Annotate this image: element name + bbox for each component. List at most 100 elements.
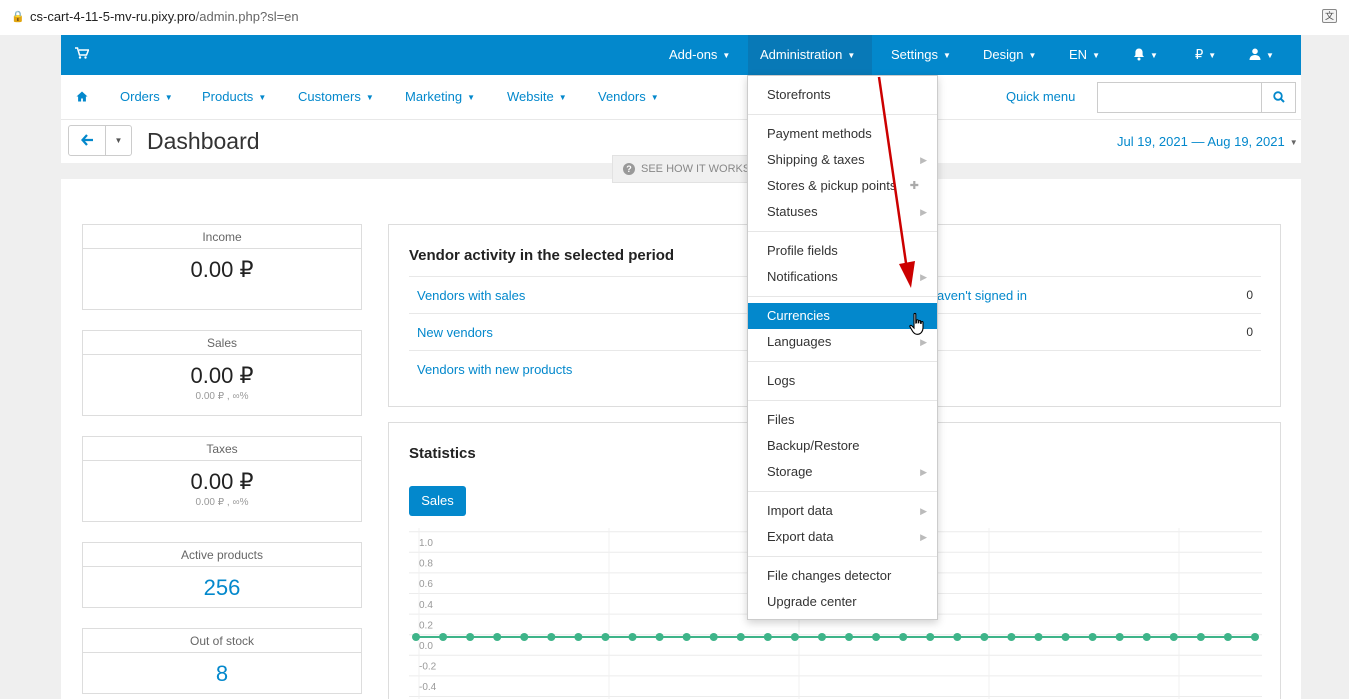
nav-vendors-label: Vendors bbox=[598, 89, 646, 104]
chevron-right-icon: ▶ bbox=[920, 467, 927, 477]
vendors-not-signed-in-link[interactable]: aven't signed in bbox=[937, 288, 1027, 303]
data-point bbox=[763, 633, 772, 641]
menu-item-label: Upgrade center bbox=[767, 594, 857, 609]
home-icon[interactable] bbox=[76, 90, 88, 105]
tab-sales[interactable]: Sales bbox=[409, 486, 466, 516]
search-input[interactable] bbox=[1098, 83, 1261, 112]
url-text[interactable]: cs-cart-4-11-5-mv-ru.pixy.pro/admin.php?… bbox=[30, 9, 299, 24]
administration-menu[interactable]: Administration ▼ bbox=[748, 35, 872, 75]
kpi-out-of-stock[interactable]: Out of stock 8 bbox=[82, 628, 362, 694]
see-how-it-works-button[interactable]: ? SEE HOW IT WORKS bbox=[612, 155, 762, 183]
kpi-sub: 0.00 ₽ , ∞% bbox=[195, 391, 249, 402]
chevron-down-icon: ▼ bbox=[1150, 51, 1158, 60]
vendors-with-sales-link[interactable]: Vendors with sales bbox=[417, 288, 525, 303]
data-point bbox=[872, 633, 881, 641]
design-menu[interactable]: Design ▼ bbox=[983, 35, 1036, 75]
nav-vendors[interactable]: Vendors ▼ bbox=[598, 89, 659, 104]
kpi-label: Active products bbox=[83, 543, 361, 567]
y-tick-label: 0.4 bbox=[419, 600, 433, 611]
menu-item-label: Import data bbox=[767, 503, 833, 518]
administration-dropdown: Storefronts Payment methods Shipping & tax… bbox=[747, 75, 938, 620]
kpi-value: 0.00 ₽ bbox=[190, 469, 254, 494]
y-tick-label: 1.0 bbox=[419, 538, 433, 549]
user-menu[interactable]: ▼ bbox=[1249, 35, 1274, 75]
kpi-value[interactable]: 256 bbox=[83, 575, 361, 601]
chevron-right-icon: ▶ bbox=[920, 532, 927, 542]
chevron-down-icon: ▼ bbox=[1289, 138, 1298, 147]
settings-menu[interactable]: Settings ▼ bbox=[891, 35, 951, 75]
menu-item-storage[interactable]: Storage ▶ bbox=[748, 459, 937, 485]
kpi-label: Income bbox=[83, 225, 361, 249]
bell-icon bbox=[1133, 47, 1145, 62]
lock-icon: 🔒 bbox=[11, 11, 25, 23]
quick-menu-link[interactable]: Quick menu bbox=[1006, 89, 1075, 104]
menu-item-file-changes-detector[interactable]: File changes detector bbox=[748, 563, 937, 589]
menu-item-backup-restore[interactable]: Backup/Restore bbox=[748, 433, 937, 459]
language-menu[interactable]: EN ▼ bbox=[1069, 35, 1100, 75]
menu-item-logs[interactable]: Logs bbox=[748, 368, 937, 394]
chevron-down-icon: ▼ bbox=[365, 93, 374, 102]
user-icon bbox=[1249, 47, 1261, 62]
menu-item-statuses[interactable]: Statuses ▶ bbox=[748, 199, 937, 225]
chevron-down-icon: ▼ bbox=[847, 51, 856, 60]
menu-item-files[interactable]: Files bbox=[748, 407, 937, 433]
nav-website-label: Website bbox=[507, 89, 554, 104]
vendors-with-new-products-link[interactable]: Vendors with new products bbox=[417, 362, 572, 377]
vendors-not-signed-in-count: 0 bbox=[1246, 288, 1253, 302]
data-point bbox=[520, 633, 529, 641]
nav-marketing-label: Marketing bbox=[405, 89, 463, 104]
menu-item-label: File changes detector bbox=[767, 568, 892, 583]
new-vendors-link[interactable]: New vendors bbox=[417, 325, 493, 340]
menu-item-storefronts[interactable]: Storefronts bbox=[748, 82, 937, 108]
y-tick-label: -0.4 bbox=[419, 682, 437, 693]
data-point bbox=[655, 633, 664, 641]
addons-menu[interactable]: Add-ons ▼ bbox=[669, 35, 730, 75]
menu-item-label: Storage bbox=[767, 464, 813, 479]
nav-orders[interactable]: Orders ▼ bbox=[120, 89, 173, 104]
vendor-activity-title: Vendor activity in the selected period bbox=[409, 247, 675, 264]
menu-item-label: Files bbox=[767, 412, 795, 427]
nav-products[interactable]: Products ▼ bbox=[202, 89, 266, 104]
menu-item-label: Export data bbox=[767, 529, 834, 544]
menu-item-profile-fields[interactable]: Profile fields bbox=[748, 238, 937, 264]
translate-icon[interactable]: 文 bbox=[1322, 9, 1337, 23]
back-button[interactable] bbox=[68, 125, 106, 156]
notifications-menu[interactable]: ▼ bbox=[1133, 35, 1158, 75]
chevron-right-icon: ▶ bbox=[920, 272, 927, 282]
menu-item-notifications[interactable]: Notifications ▶ bbox=[748, 264, 937, 290]
data-point bbox=[980, 633, 989, 641]
administration-label: Administration bbox=[760, 47, 843, 62]
kpi-label: Sales bbox=[83, 331, 361, 355]
menu-item-label: Notifications bbox=[767, 269, 838, 284]
data-point bbox=[1196, 633, 1205, 641]
menu-item-label: Stores & pickup points bbox=[767, 178, 897, 193]
menu-item-label: Shipping & taxes bbox=[767, 152, 865, 167]
cart-icon[interactable] bbox=[75, 47, 90, 62]
menu-item-export-data[interactable]: Export data ▶ bbox=[748, 524, 937, 550]
y-tick-label: 0.6 bbox=[419, 579, 433, 590]
search-button[interactable] bbox=[1261, 83, 1295, 112]
data-point bbox=[817, 633, 826, 641]
kpi-label: Out of stock bbox=[83, 629, 361, 653]
menu-item-payment-methods[interactable]: Payment methods bbox=[748, 121, 937, 147]
menu-item-upgrade-center[interactable]: Upgrade center bbox=[748, 589, 937, 615]
nav-customers[interactable]: Customers ▼ bbox=[298, 89, 374, 104]
menu-item-stores-pickup-points[interactable]: Stores & pickup points ✚ bbox=[748, 173, 937, 199]
history-dropdown-button[interactable]: ▼ bbox=[105, 125, 132, 156]
currency-menu[interactable]: ₽ ▼ bbox=[1195, 35, 1216, 75]
date-range-picker[interactable]: Jul 19, 2021 — Aug 19, 2021 ▼ bbox=[1117, 134, 1298, 149]
nav-marketing[interactable]: Marketing ▼ bbox=[405, 89, 475, 104]
y-tick-label: 0.0 bbox=[419, 641, 433, 652]
data-point bbox=[547, 633, 556, 641]
kpi-active-products[interactable]: Active products 256 bbox=[82, 542, 362, 608]
nav-website[interactable]: Website ▼ bbox=[507, 89, 567, 104]
nav-customers-label: Customers bbox=[298, 89, 361, 104]
chevron-down-icon: ▼ bbox=[650, 93, 659, 102]
menu-item-import-data[interactable]: Import data ▶ bbox=[748, 498, 937, 524]
chevron-right-icon: ▶ bbox=[920, 506, 927, 516]
menu-item-label: Backup/Restore bbox=[767, 438, 860, 453]
menu-item-shipping-taxes[interactable]: Shipping & taxes ▶ bbox=[748, 147, 937, 173]
row-count: 0 bbox=[1246, 325, 1253, 339]
kpi-sub: 0.00 ₽ , ∞% bbox=[195, 497, 249, 508]
kpi-value[interactable]: 8 bbox=[83, 661, 361, 687]
